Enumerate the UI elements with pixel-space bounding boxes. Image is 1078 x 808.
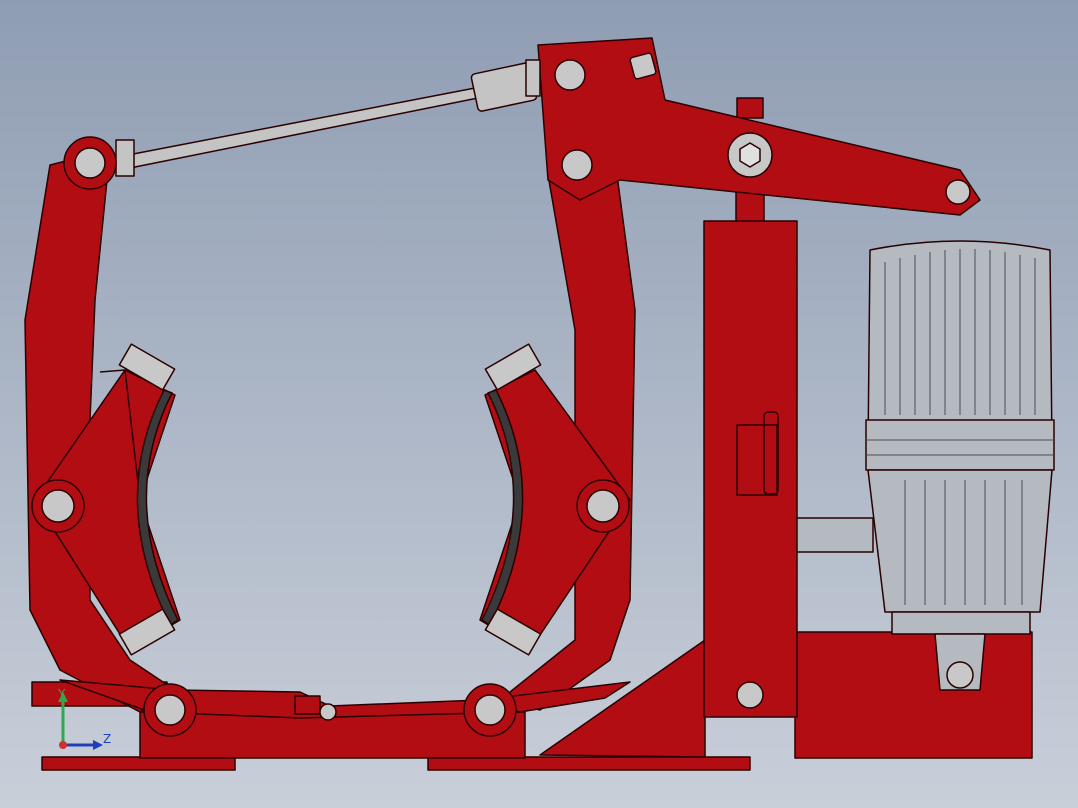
cad-viewport[interactable]: Y Z — [0, 0, 1078, 808]
y-axis-label: Y — [57, 687, 66, 701]
thruster-motor — [796, 240, 1055, 691]
top-lever — [537, 37, 981, 216]
brake-assembly-model[interactable]: Y Z — [0, 0, 1078, 808]
z-axis-label: Z — [103, 732, 111, 746]
tie-rod — [115, 59, 541, 177]
